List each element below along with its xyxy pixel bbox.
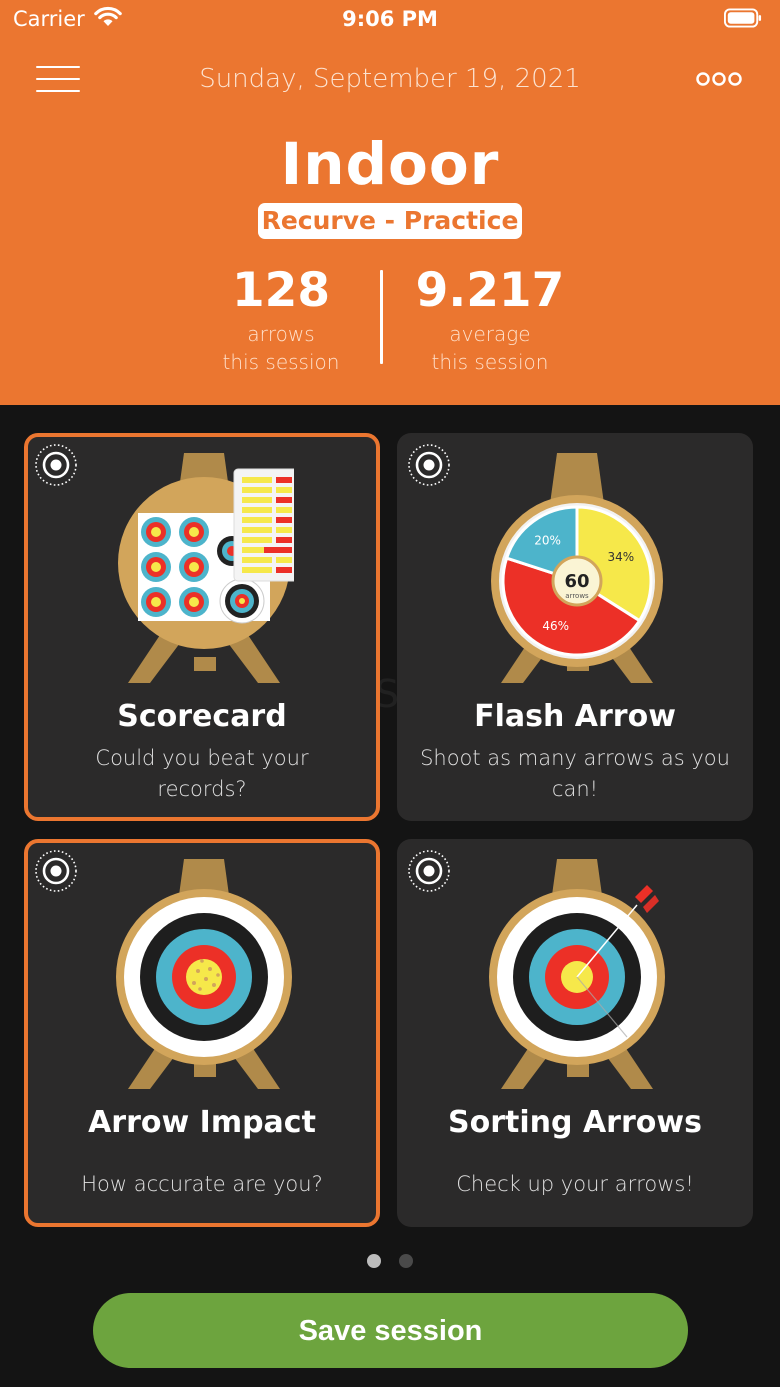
pie-center-label: arrows	[565, 592, 589, 600]
card-title: Sorting Arrows	[448, 1105, 702, 1140]
card-description: Could you beat your records?	[95, 746, 309, 801]
card-description: How accurate are you?	[81, 1172, 323, 1196]
stat-value: 9.217	[415, 263, 565, 318]
flash-arrow-card[interactable]: 60 arrows 34% 46% 20% Flash Arrow Shoot as…	[397, 433, 753, 821]
scorecard-illustration	[118, 453, 294, 683]
arrow-impact-illustration	[116, 859, 292, 1089]
target-icon	[34, 443, 78, 487]
card-title: Scorecard	[117, 699, 287, 734]
page-dot-1[interactable]	[367, 1254, 381, 1268]
card-title: Flash Arrow	[474, 699, 676, 734]
save-session-button[interactable]: Save session	[93, 1293, 688, 1368]
card-title: Arrow Impact	[88, 1105, 316, 1140]
pie-slice-label: 20%	[534, 534, 561, 548]
pie-slice-label: 34%	[607, 550, 634, 564]
session-title: Indoor	[280, 130, 500, 198]
more-options-icon[interactable]	[694, 66, 744, 92]
status-time: 9:06 PM	[342, 7, 438, 31]
battery-icon	[724, 8, 762, 28]
sorting-arrows-card[interactable]: Sorting Arrows Check up your arrows!	[397, 839, 753, 1227]
page-dot-2[interactable]	[399, 1254, 413, 1268]
stat-label: this session	[431, 350, 549, 374]
status-bar: Carrier 9:06 PM	[0, 0, 780, 40]
stat-average: 9.217 average this session	[360, 262, 620, 376]
flash-arrow-pie-chart: 60 arrows 34% 46% 20%	[491, 453, 663, 683]
session-mode-badge[interactable]: Recurve - Practice	[258, 203, 522, 239]
scorecard-card[interactable]: Scorecard Could you beat your records?	[24, 433, 380, 821]
sorting-arrows-illustration	[489, 859, 665, 1089]
session-date: Sunday, September 19, 2021	[199, 64, 581, 94]
pie-center-value: 60	[564, 571, 589, 592]
pie-slice-label: 46%	[542, 619, 569, 633]
target-icon	[407, 849, 451, 893]
card-description: Check up your arrows!	[456, 1172, 694, 1196]
target-icon	[407, 443, 451, 487]
stat-label: average	[449, 322, 531, 346]
session-header: Carrier 9:06 PM Sunday, September 19, 20…	[0, 0, 780, 405]
arrow-impact-card[interactable]: Arrow Impact How accurate are you?	[24, 839, 380, 1227]
target-icon	[34, 849, 78, 893]
card-description: Shoot as many arrows as you can!	[420, 746, 730, 801]
